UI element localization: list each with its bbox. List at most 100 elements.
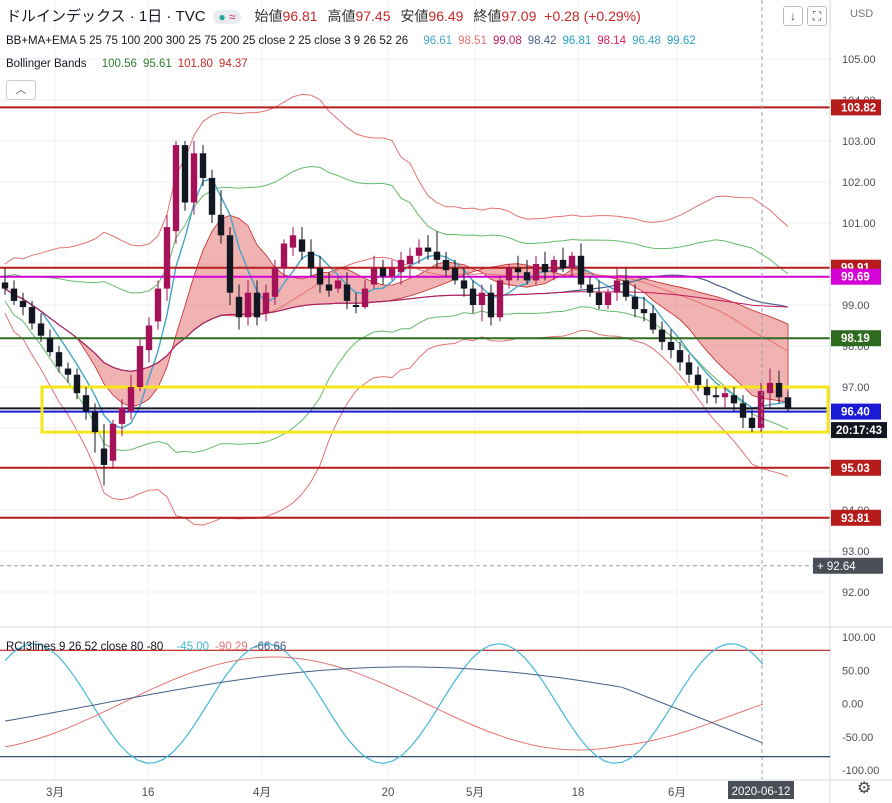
candle-body-76 — [685, 362, 693, 375]
level-label-6: 95.03 — [841, 463, 870, 475]
candle-body-12 — [109, 423, 117, 461]
candle-body-50 — [451, 268, 459, 281]
candle-body-8 — [73, 374, 81, 394]
bollinger-value-0: 100.56 — [101, 58, 137, 70]
price-tick-2: 103.00 — [842, 136, 876, 148]
collapse-legend-button[interactable]: ︿ — [6, 80, 36, 100]
candle-body-64 — [577, 255, 585, 285]
candle-body-30 — [271, 268, 279, 297]
candle-body-28 — [253, 292, 261, 318]
high-value: 97.45 — [355, 8, 391, 24]
candle-body-41 — [370, 268, 378, 285]
change-value: +0.28 (+0.29%) — [544, 8, 641, 24]
rci-legend[interactable]: RCI3lines 9 26 52 close 80 -80 -45.00 -90… — [6, 641, 286, 653]
time-tick-4: 5月 — [466, 787, 484, 799]
candle-body-74 — [667, 341, 675, 351]
rci-tick-1: 50.00 — [842, 665, 870, 677]
close-label: 終値 — [473, 8, 502, 24]
bb-ma-ema-value-5: 98.14 — [597, 35, 627, 47]
candle-body-42 — [379, 268, 387, 277]
wave-icon: ≈ — [229, 10, 236, 24]
bb-ma-ema-value-7: 99.62 — [666, 35, 696, 47]
candle-body-49 — [442, 259, 450, 271]
open-label: 始値 — [254, 8, 283, 24]
candle-body-17 — [154, 288, 162, 322]
candle-body-44 — [397, 259, 405, 273]
candle-body-68 — [613, 280, 621, 293]
time-tick-0: 3月 — [46, 787, 64, 799]
candle-body-77 — [694, 374, 702, 385]
bb-upper-3sd — [4, 93, 789, 265]
candle-body-61 — [550, 259, 558, 273]
rci-label: RCI3lines 9 26 52 close 80 -80 — [6, 641, 164, 653]
price-tick-13: 92.00 — [842, 587, 870, 599]
time-tick-3: 20 — [382, 787, 395, 799]
candle-body-5 — [46, 337, 54, 353]
symbol-info: ドルインデックス · 1日 · TVC ● ≈ 始値96.81 高値97.45 … — [6, 5, 641, 26]
candle-body-3 — [28, 307, 36, 324]
candle-body-22 — [199, 153, 207, 178]
bb-ma-ema-legend[interactable]: BB+MA+EMA 5 25 75 100 200 300 25 75 200 … — [6, 35, 696, 47]
candle-body-31 — [280, 243, 288, 269]
candle-body-20 — [181, 145, 189, 203]
candle-body-66 — [595, 292, 603, 305]
time-tick-2: 4月 — [253, 787, 271, 799]
candle-body-87 — [784, 397, 792, 409]
candle-body-79 — [712, 395, 720, 398]
candle-body-23 — [208, 177, 216, 215]
candle-body-2 — [19, 300, 27, 308]
rci-value-1: -90.29 — [215, 641, 248, 653]
candle-body-71 — [640, 309, 648, 314]
currency-label: USD — [850, 8, 874, 20]
rci-tick-3: -50.00 — [842, 732, 873, 744]
bb-ma-ema-value-4: 96.81 — [562, 35, 592, 47]
bb-ma-ema-value-1: 98.51 — [458, 35, 487, 47]
candle-body-46 — [415, 247, 423, 256]
arrow-down-icon: ↓ — [790, 9, 796, 23]
rci-tick-2: 0.00 — [842, 699, 863, 711]
candle-body-10 — [91, 411, 99, 433]
candle-body-39 — [352, 305, 360, 308]
level-label-0: 103.82 — [841, 102, 876, 114]
candle-body-69 — [622, 280, 630, 297]
candle-body-72 — [649, 313, 657, 330]
bb-ma-ema-value-0: 96.61 — [423, 35, 453, 47]
candle-body-32 — [289, 235, 297, 248]
chart-canvas[interactable]: 105.00104.00103.00102.00101.00100.0099.0… — [0, 0, 892, 803]
candle-body-70 — [631, 296, 639, 310]
candle-body-25 — [226, 235, 234, 293]
candle-body-36 — [325, 284, 333, 291]
candle-body-26 — [235, 296, 243, 318]
candle-body-52 — [469, 288, 477, 305]
candle-body-33 — [298, 239, 306, 252]
candle-body-13 — [118, 407, 126, 424]
candle-body-47 — [424, 247, 432, 252]
bollinger-value-3: 94.37 — [218, 58, 248, 70]
open-value: 96.81 — [282, 8, 318, 24]
market-status-badge: ● ≈ — [213, 10, 241, 24]
countdown-label: 20:17:43 — [836, 425, 882, 437]
rci-value-0: -45.00 — [176, 641, 210, 653]
rci-fast-line — [4, 643, 764, 764]
candle-body-38 — [343, 284, 351, 301]
candle-body-65 — [586, 284, 594, 293]
settings-gear-icon[interactable]: ⚙ — [857, 778, 871, 798]
candle-body-53 — [478, 292, 486, 305]
crosshair-price-label: + 92.64 — [817, 561, 856, 573]
candle-body-1 — [10, 288, 18, 301]
bollinger-value-2: 101.80 — [177, 58, 213, 70]
candle-body-24 — [217, 214, 225, 236]
fullscreen-icon: ⛶ — [812, 9, 822, 23]
bollinger-value-1: 95.61 — [142, 58, 172, 70]
chevron-up-icon: ︿ — [15, 84, 27, 96]
bollinger-values: 100.56 95.61 101.80 94.37 — [96, 58, 248, 70]
candle-body-45 — [406, 255, 414, 264]
candle-body-67 — [604, 292, 612, 305]
scroll-down-button[interactable]: ↓ — [783, 6, 803, 26]
ichimoku-cloud — [4, 214, 789, 408]
fullscreen-button[interactable]: ⛶ — [807, 6, 827, 26]
bollinger-legend[interactable]: Bollinger Bands 100.56 95.61 101.80 94.37 — [6, 58, 248, 70]
candle-body-4 — [37, 323, 45, 336]
symbol-title[interactable]: ドルインデックス · 1日 · TVC — [6, 8, 206, 25]
bb-upper-2sd — [4, 165, 789, 294]
